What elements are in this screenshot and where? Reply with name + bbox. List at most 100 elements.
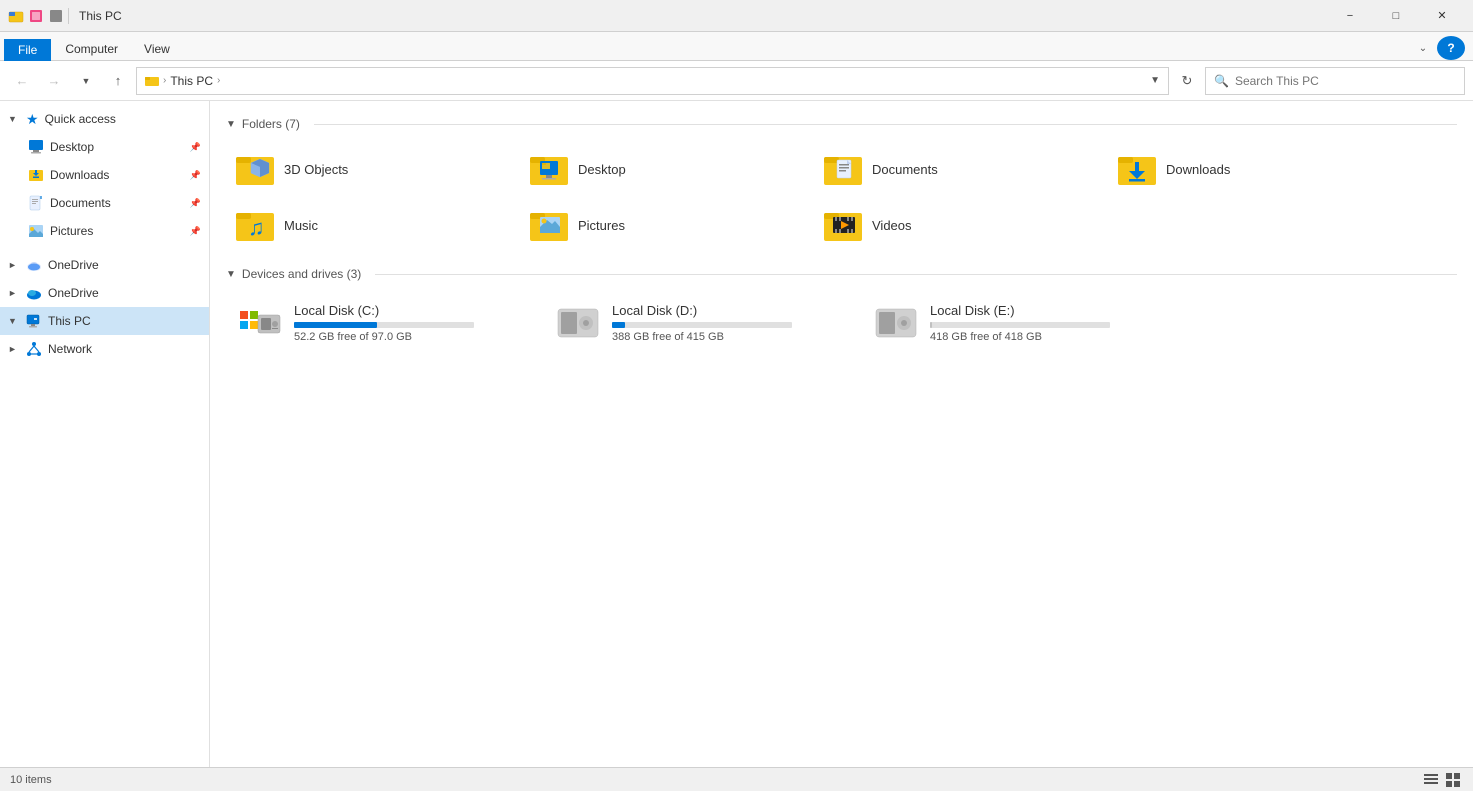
drive-d-name: Local Disk (D:) [612, 303, 842, 318]
sidebar-onedrive1-label: OneDrive [48, 258, 201, 272]
sidebar-item-desktop[interactable]: Desktop 📌 [0, 133, 209, 161]
folder-downloads-label: Downloads [1166, 162, 1230, 177]
tab-computer[interactable]: Computer [53, 38, 130, 60]
downloads-pin-icon: 📌 [190, 170, 201, 181]
path-separator-2: › [217, 75, 220, 86]
dropdown-recent-button[interactable]: ▼ [72, 67, 100, 95]
folder-3d-objects[interactable]: 3D Objects [226, 143, 516, 195]
drive-c-bar-bg [294, 322, 474, 328]
folder-music-icon: ♫ [236, 205, 276, 245]
drive-e-free: 418 GB free of 418 GB [930, 331, 1160, 343]
maximize-button[interactable]: □ [1373, 0, 1419, 32]
folder-videos[interactable]: Videos [814, 199, 1104, 251]
folder-pictures[interactable]: Pictures [520, 199, 810, 251]
folder-documents[interactable]: Documents [814, 143, 1104, 195]
documents-icon [28, 195, 44, 211]
sidebar-item-this-pc[interactable]: ▼ This PC [0, 307, 209, 335]
quick-access-star-icon: ★ [26, 111, 39, 128]
onedrive2-icon [26, 285, 42, 301]
sidebar-quick-access[interactable]: ▼ ★ Quick access [0, 105, 209, 133]
content-area: ▼ Folders (7) 3D Objects [210, 101, 1473, 767]
app-icon-3 [48, 8, 64, 24]
folder-desktop-icon [530, 149, 570, 189]
onedrive1-icon [26, 257, 42, 273]
item-count-label: 10 items [10, 774, 52, 786]
up-button[interactable]: ↑ [104, 67, 132, 95]
sidebar-downloads-label: Downloads [50, 168, 184, 182]
sidebar-item-onedrive1[interactable]: ► OneDrive [0, 251, 209, 279]
onedrive1-chevron: ► [8, 260, 20, 270]
sidebar-documents-label: Documents [50, 196, 184, 210]
app-icon-2 [28, 8, 44, 24]
main-layout: ▼ ★ Quick access Desktop 📌 Downloads 📌 [0, 101, 1473, 767]
tab-file[interactable]: File [4, 39, 51, 61]
title-bar-app-icons [8, 8, 69, 24]
refresh-button[interactable]: ↻ [1173, 67, 1201, 95]
divider [68, 8, 69, 24]
folder-desktop[interactable]: Desktop [520, 143, 810, 195]
sidebar-onedrive2-label: OneDrive [48, 286, 201, 300]
tiles-view-button[interactable] [1443, 771, 1463, 789]
close-button[interactable]: ✕ [1419, 0, 1465, 32]
path-separator-1: › [163, 75, 166, 86]
window-title: This PC [79, 9, 122, 23]
title-bar: This PC − □ ✕ [0, 0, 1473, 32]
folder-desktop-label: Desktop [578, 162, 626, 177]
folder-videos-icon [824, 205, 864, 245]
drive-c-icon [238, 301, 282, 345]
this-pc-chevron: ▼ [8, 316, 20, 326]
back-button[interactable]: ← [8, 67, 36, 95]
drive-e[interactable]: Local Disk (E:) 418 GB free of 418 GB [862, 293, 1172, 353]
path-this-pc[interactable]: This PC [170, 74, 213, 88]
folders-section-header[interactable]: ▼ Folders (7) [226, 117, 1457, 131]
drive-c-bar-fill [294, 322, 377, 328]
drive-e-bar-bg [930, 322, 1110, 328]
drive-d-bar-bg [612, 322, 792, 328]
details-view-button[interactable] [1421, 771, 1441, 789]
drives-grid: Local Disk (C:) 52.2 GB free of 97.0 GB … [226, 293, 1457, 353]
desktop-icon [28, 139, 44, 155]
folder-videos-label: Videos [872, 218, 912, 233]
folder-downloads-icon [1118, 149, 1158, 189]
view-toggle-buttons [1421, 771, 1463, 789]
folders-chevron-icon: ▼ [226, 119, 236, 130]
drive-c-free: 52.2 GB free of 97.0 GB [294, 331, 524, 343]
desktop-pin-icon: 📌 [190, 142, 201, 153]
drive-d-free: 388 GB free of 415 GB [612, 331, 842, 343]
folder-documents-icon [824, 149, 864, 189]
pictures-icon [28, 223, 44, 239]
sidebar-this-pc-label: This PC [48, 314, 201, 328]
network-chevron: ► [8, 344, 20, 354]
forward-button[interactable]: → [40, 67, 68, 95]
folder-pictures-icon [530, 205, 570, 245]
sidebar: ▼ ★ Quick access Desktop 📌 Downloads 📌 [0, 101, 210, 767]
search-input[interactable] [1235, 74, 1456, 88]
ribbon-expand-button[interactable]: ⌄ [1411, 36, 1435, 60]
address-chevron[interactable]: ▼ [1150, 75, 1160, 86]
sidebar-pictures-label: Pictures [50, 224, 184, 238]
sidebar-item-documents[interactable]: Documents 📌 [0, 189, 209, 217]
drive-c[interactable]: Local Disk (C:) 52.2 GB free of 97.0 GB [226, 293, 536, 353]
tab-view[interactable]: View [132, 38, 182, 60]
drive-d-info: Local Disk (D:) 388 GB free of 415 GB [612, 303, 842, 343]
drive-d[interactable]: Local Disk (D:) 388 GB free of 415 GB [544, 293, 854, 353]
help-button[interactable]: ? [1437, 36, 1465, 60]
drive-c-name: Local Disk (C:) [294, 303, 524, 318]
folder-3d-objects-icon [236, 149, 276, 189]
sidebar-item-onedrive2[interactable]: ► OneDrive [0, 279, 209, 307]
documents-pin-icon: 📌 [190, 198, 201, 209]
sidebar-item-pictures[interactable]: Pictures 📌 [0, 217, 209, 245]
network-icon [26, 341, 42, 357]
quick-access-chevron: ▼ [8, 114, 20, 124]
drives-section-header[interactable]: ▼ Devices and drives (3) [226, 267, 1457, 281]
sidebar-item-downloads[interactable]: Downloads 📌 [0, 161, 209, 189]
minimize-button[interactable]: − [1327, 0, 1373, 32]
address-path[interactable]: › This PC › ▼ [136, 67, 1169, 95]
drives-chevron-icon: ▼ [226, 269, 236, 280]
drive-c-info: Local Disk (C:) 52.2 GB free of 97.0 GB [294, 303, 524, 343]
folder-music[interactable]: ♫ Music [226, 199, 516, 251]
drive-e-name: Local Disk (E:) [930, 303, 1160, 318]
folder-downloads[interactable]: Downloads [1108, 143, 1398, 195]
window-controls: − □ ✕ [1327, 0, 1465, 32]
sidebar-item-network[interactable]: ► Network [0, 335, 209, 363]
